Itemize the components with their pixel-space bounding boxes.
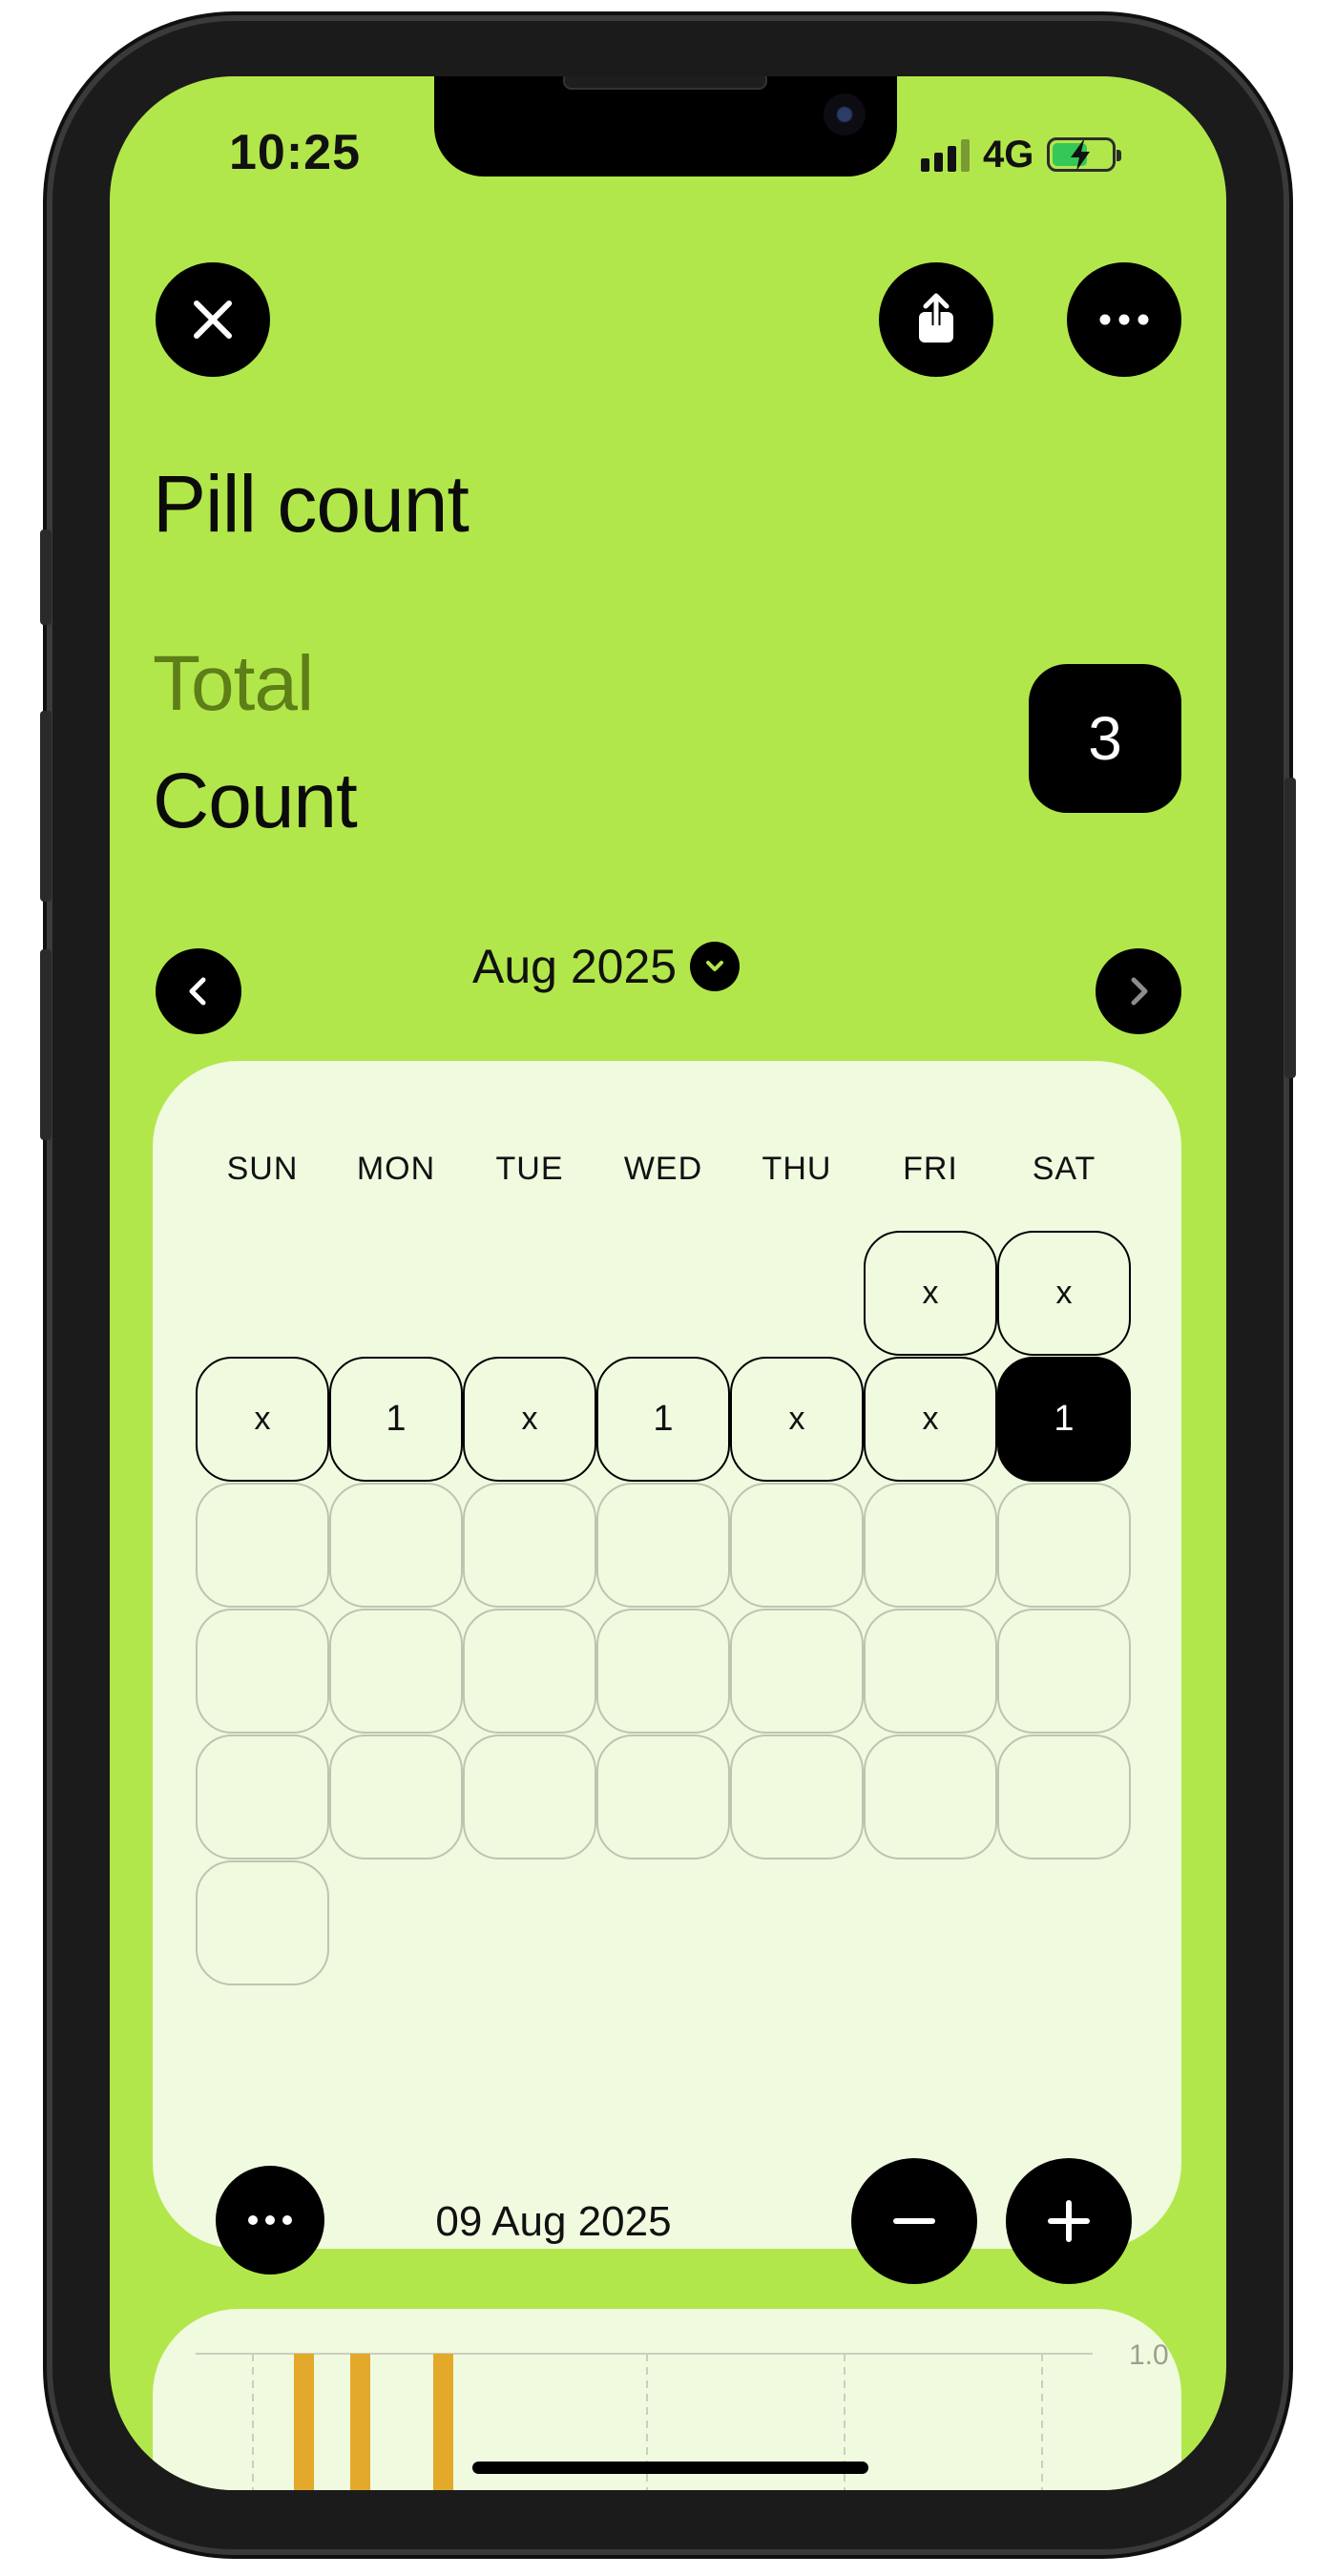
day-cell[interactable] — [463, 1609, 596, 1734]
day-cell[interactable] — [596, 1483, 730, 1608]
day-cell[interactable] — [730, 1609, 864, 1734]
day-cell[interactable]: x — [864, 1357, 997, 1482]
day-cell[interactable]: 1 — [329, 1357, 463, 1482]
share-button[interactable] — [879, 262, 993, 377]
day-cell[interactable] — [329, 1609, 463, 1734]
weekday-wed: WED — [623, 1151, 703, 1187]
status-time: 10:25 — [229, 125, 361, 180]
day-cell[interactable] — [196, 1483, 329, 1608]
day-cell[interactable] — [864, 1609, 997, 1734]
ellipsis-icon — [248, 2215, 292, 2225]
weekday-mon: MON — [356, 1151, 436, 1187]
power-button — [1284, 778, 1296, 1078]
battery-charging-icon — [1047, 137, 1122, 172]
weekday-thu: THU — [762, 1151, 832, 1187]
day-cell[interactable] — [596, 1609, 730, 1734]
increment-button[interactable] — [1006, 2158, 1132, 2284]
day-cell[interactable] — [864, 1735, 997, 1859]
more-options-button[interactable] — [1067, 262, 1181, 377]
volume-down-button — [40, 949, 52, 1140]
month-picker[interactable]: Aug 2025 — [472, 939, 741, 994]
chart-bar — [294, 2354, 314, 2490]
chevron-left-icon — [189, 977, 206, 1006]
minus-icon — [893, 2218, 935, 2224]
volume-up-button — [40, 711, 52, 902]
day-cell[interactable] — [196, 1609, 329, 1734]
day-cell[interactable] — [997, 1735, 1131, 1859]
y-tick-label: 1.0 — [1129, 2339, 1169, 2371]
day-cell[interactable] — [463, 1483, 596, 1608]
day-cell[interactable] — [596, 1735, 730, 1859]
day-cell[interactable] — [329, 1735, 463, 1859]
chevron-right-icon — [1131, 977, 1148, 1006]
chart-bar — [350, 2354, 370, 2490]
speaker — [563, 76, 767, 90]
close-button[interactable] — [156, 262, 270, 377]
day-cell[interactable] — [329, 1483, 463, 1608]
plus-icon — [1048, 2200, 1090, 2242]
previous-month-button[interactable] — [156, 948, 241, 1034]
day-options-button[interactable] — [216, 2166, 324, 2275]
day-cell[interactable] — [997, 1609, 1131, 1734]
ellipsis-icon — [1099, 314, 1149, 325]
network-type: 4G — [983, 133, 1034, 176]
app-screen: 10:25 4G Pill count Total Count 3 Aug 20… — [110, 76, 1226, 2490]
count-value-badge: 3 — [1029, 664, 1181, 813]
decrement-button[interactable] — [851, 2158, 977, 2284]
status-indicators: 4G — [921, 126, 1122, 183]
next-month-button[interactable] — [1096, 948, 1181, 1034]
day-cell[interactable]: x — [196, 1357, 329, 1482]
weekday-sun: SUN — [226, 1151, 299, 1187]
chevron-down-icon — [690, 942, 741, 991]
day-cell[interactable]: x — [997, 1231, 1131, 1356]
count-label[interactable]: Count — [153, 757, 358, 846]
page-title: Pill count — [153, 459, 470, 549]
camera — [824, 93, 866, 135]
day-cell[interactable] — [196, 1860, 329, 1985]
home-indicator[interactable] — [472, 2462, 868, 2474]
day-cell[interactable]: 1 — [596, 1357, 730, 1482]
share-icon — [919, 293, 953, 343]
signal-icon — [921, 137, 970, 172]
month-label: Aug 2025 — [472, 940, 678, 993]
selected-date: 09 Aug 2025 — [435, 2198, 672, 2245]
day-cell[interactable] — [730, 1483, 864, 1608]
close-icon — [194, 301, 232, 339]
day-cell[interactable] — [730, 1735, 864, 1859]
mute-switch — [40, 530, 52, 625]
weekday-tue: TUE — [495, 1151, 564, 1187]
day-cell[interactable] — [463, 1735, 596, 1859]
day-cell[interactable]: x — [864, 1231, 997, 1356]
total-label[interactable]: Total — [153, 639, 314, 729]
day-cell-selected[interactable]: 1 — [997, 1357, 1131, 1482]
day-cell[interactable] — [997, 1483, 1131, 1608]
weekday-fri: FRI — [903, 1151, 958, 1187]
day-cell[interactable] — [864, 1483, 997, 1608]
notch — [434, 76, 897, 177]
day-cell[interactable]: x — [730, 1357, 864, 1482]
day-cell[interactable] — [196, 1735, 329, 1859]
chart-bar — [433, 2354, 453, 2490]
weekday-sat: SAT — [1032, 1151, 1096, 1187]
day-cell[interactable]: x — [463, 1357, 596, 1482]
calendar-card: SUN MON TUE WED THU FRI SAT x x x 1 x 1 … — [153, 1061, 1181, 2284]
